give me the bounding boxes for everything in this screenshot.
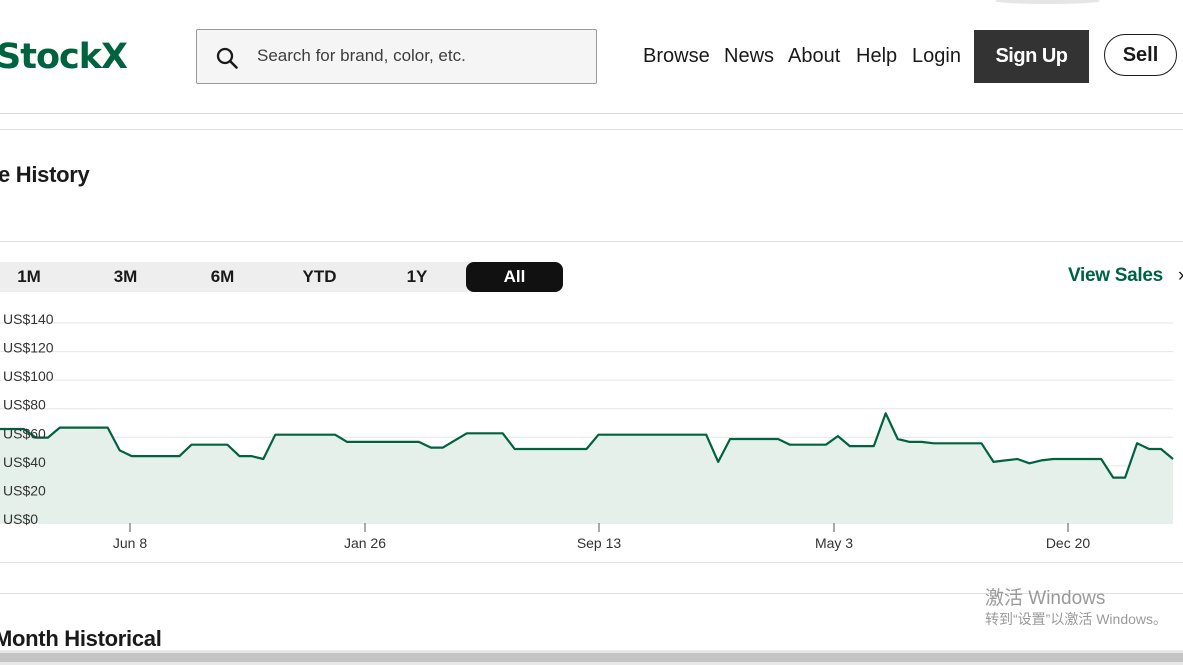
x-tick-label: May 3 [815, 535, 853, 551]
x-tick-label: Dec 20 [1046, 535, 1091, 551]
sell-button[interactable]: Sell [1104, 34, 1177, 76]
search-box[interactable] [196, 29, 597, 84]
nav-login[interactable]: Login [912, 44, 961, 68]
x-tick-label: Sep 13 [577, 535, 622, 551]
nav-help[interactable]: Help [856, 44, 897, 68]
view-sales-link[interactable]: View Sales [1068, 265, 1163, 287]
range-3m-button[interactable]: 3M [77, 262, 174, 292]
nav-news[interactable]: News [724, 44, 774, 68]
x-tick-label: Jan 26 [344, 535, 386, 551]
stockx-logo[interactable]: StockX [0, 36, 128, 78]
y-tick-label: US$120 [3, 340, 54, 356]
search-input[interactable] [257, 40, 587, 72]
month-historical-title: Month Historical [0, 626, 162, 651]
windows-watermark-subtitle: 转到“设置”以激活 Windows。 [985, 611, 1168, 627]
y-tick-label: US$80 [3, 397, 46, 413]
price-history-chart: US$140 US$120 US$100 US$80 US$60 US$40 US$20 US… [0, 311, 1174, 551]
range-all-button[interactable]: All [466, 262, 563, 292]
range-6m-button[interactable]: 6M [174, 262, 271, 292]
price-area [0, 413, 1173, 524]
search-icon [216, 47, 238, 69]
y-tick-label: US$60 [3, 425, 46, 441]
price-history-title: e History [0, 162, 90, 187]
y-tick-label: US$0 [3, 511, 38, 527]
y-tick-label: US$140 [3, 311, 54, 327]
sign-up-button[interactable]: Sign Up [974, 30, 1089, 83]
range-1m-button[interactable]: 1M [0, 262, 58, 292]
range-1y-button[interactable]: 1Y [368, 262, 466, 292]
header-decoration [995, 0, 1100, 4]
section-divider [0, 562, 1183, 563]
range-ytd-button[interactable]: YTD [271, 262, 368, 292]
y-tick-label: US$20 [3, 482, 46, 498]
y-tick-label: US$40 [3, 454, 46, 470]
windows-watermark-title: 激活 Windows [985, 588, 1106, 609]
horizontal-scrollbar[interactable] [0, 650, 1183, 665]
x-tick-label: Jun 8 [113, 535, 147, 551]
section-divider [0, 241, 1183, 242]
chevron-right-icon[interactable]: › [1178, 265, 1183, 287]
top-header: StockX Browse News About Help Login Sign… [0, 0, 1183, 114]
y-tick-label: US$100 [3, 368, 54, 384]
nav-about[interactable]: About [788, 44, 840, 68]
section-divider [0, 129, 1183, 130]
scrollbar-thumb[interactable] [0, 653, 1183, 662]
nav-browse[interactable]: Browse [643, 44, 710, 68]
